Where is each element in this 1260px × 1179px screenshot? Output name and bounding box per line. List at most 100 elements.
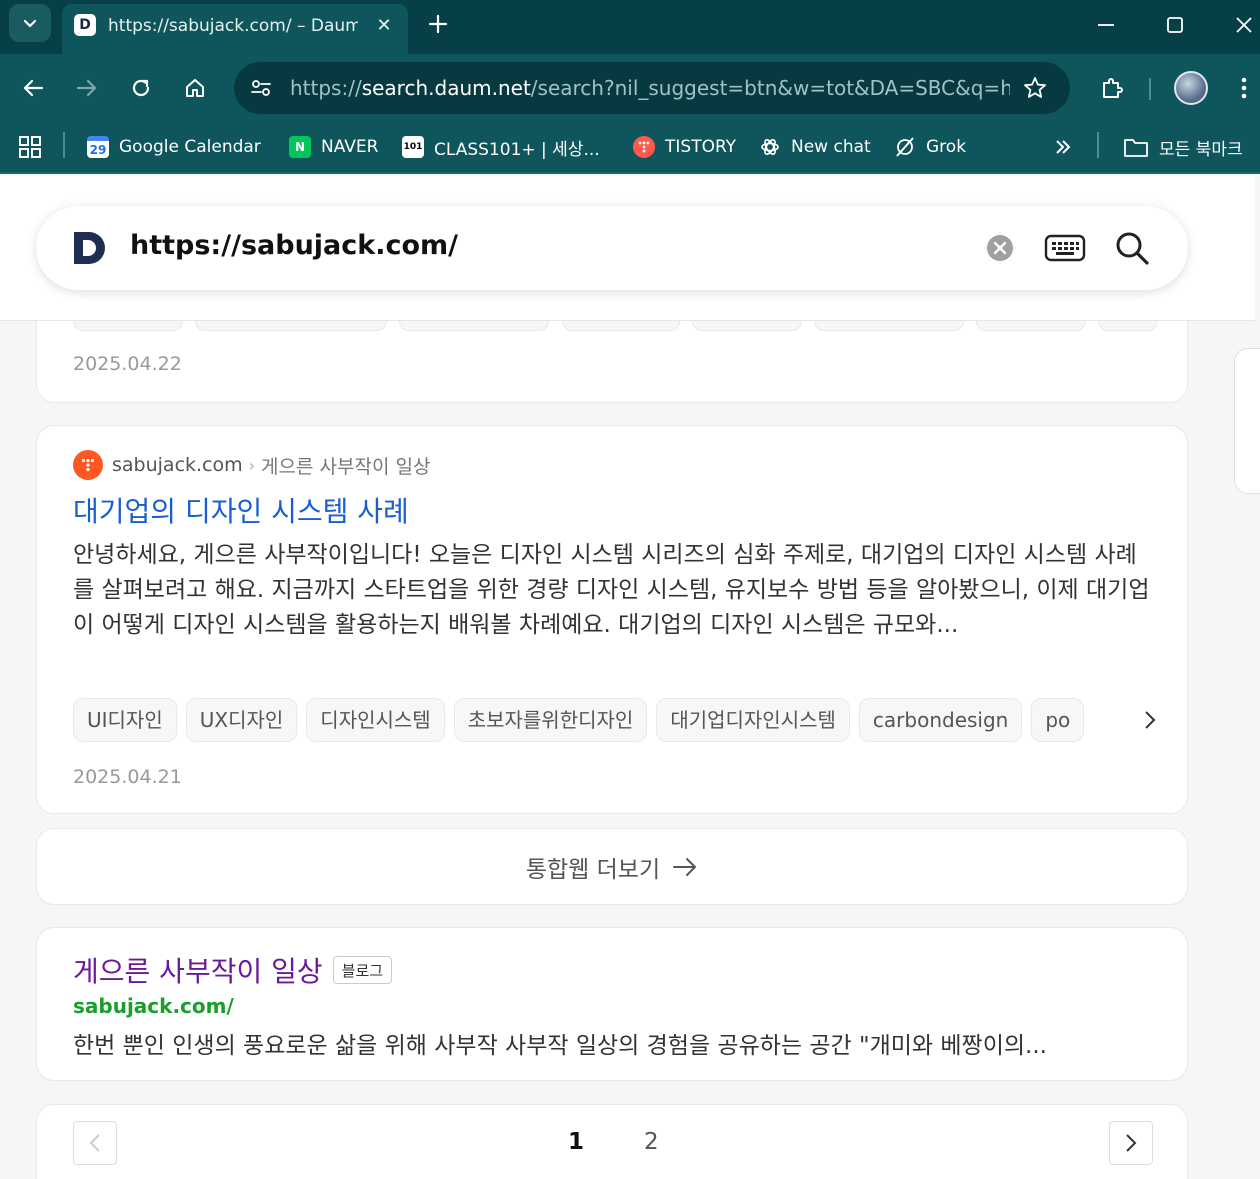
minimize-button[interactable]	[1084, 6, 1128, 44]
daum-favicon: D	[74, 14, 96, 36]
openai-icon	[759, 136, 781, 158]
bookmark-label: 모든 북마크	[1159, 139, 1243, 160]
blog-title-link[interactable]: 게으른 사부작이 일상	[73, 950, 323, 990]
all-bookmarks-button[interactable]: 모든 북마크	[1123, 132, 1243, 162]
active-tab[interactable]: D https://sabujack.com/ – Daum ✕	[62, 4, 408, 54]
tag-chip[interactable]: 대기업디자인시스템	[656, 698, 850, 742]
result-path: 게으른 사부작이 일상	[261, 455, 431, 478]
address-bar[interactable]: https://search.daum.net/search?nil_sugge…	[234, 62, 1070, 114]
more-vertical-icon	[1241, 77, 1247, 99]
blog-url-link[interactable]: sabujack.com/	[73, 994, 234, 1018]
more-web-results-button[interactable]: 통합웹 더보기	[36, 828, 1188, 905]
home-button[interactable]	[177, 70, 213, 106]
tag-list: UI디자인 UX디자인 디자인시스템 초보자를위한디자인 대기업디자인시스템 carbon…	[73, 698, 1157, 744]
maximize-button[interactable]	[1153, 6, 1197, 44]
minimize-icon	[1098, 24, 1114, 26]
browser-menu-button[interactable]	[1226, 70, 1260, 106]
tag-chip[interactable]: po	[1031, 698, 1085, 742]
chevron-right-icon	[1126, 1134, 1137, 1152]
profile-avatar[interactable]	[1174, 71, 1208, 105]
bookmark-label: TISTORY	[665, 137, 737, 157]
tag-chip[interactable]: carbondesign	[858, 698, 1023, 742]
daum-logo-icon[interactable]	[72, 230, 108, 266]
apps-grid-icon	[19, 136, 41, 158]
grok-icon	[894, 136, 916, 158]
arrow-right-icon	[673, 857, 697, 876]
toolbar-divider	[1149, 78, 1151, 100]
chevron-right-icon	[1145, 711, 1156, 729]
tab-close-icon[interactable]: ✕	[372, 13, 396, 37]
blog-result-card: 게으른 사부작이 일상 블로그 sabujack.com/ 한번 뿐인 인생의 …	[36, 927, 1188, 1081]
chevron-left-icon	[89, 1134, 100, 1152]
tag-chip[interactable]: 초보자를위한디자인	[453, 698, 648, 742]
close-window-button[interactable]	[1222, 6, 1260, 44]
browser-toolbar: https://search.daum.net/search?nil_sugge…	[0, 54, 1260, 122]
clear-search-icon[interactable]	[986, 234, 1014, 262]
arrow-right-icon	[76, 79, 97, 97]
page-2-link[interactable]: 2	[644, 1129, 659, 1155]
search-box[interactable]: https://sabujack.com/	[36, 206, 1188, 290]
page-1-current[interactable]: 1	[568, 1129, 584, 1155]
site-info-icon[interactable]	[248, 75, 274, 101]
result-source[interactable]: sabujack.com › 게으른 사부작이 일상	[73, 450, 430, 480]
forward-button[interactable]	[69, 70, 105, 106]
home-icon	[186, 79, 204, 97]
tab-search-button[interactable]	[9, 4, 51, 42]
naver-icon: N	[289, 136, 311, 158]
bookmark-tistory[interactable]: TISTORY	[633, 132, 736, 162]
plus-icon	[428, 14, 448, 34]
tags-next-button[interactable]	[1121, 698, 1157, 742]
tistory-icon	[633, 136, 655, 158]
blog-description: 한번 뿐인 인생의 풍요로운 삶을 위해 사부작 사부작 일상의 경험을 공유하…	[73, 1033, 1047, 1059]
bookmark-class101[interactable]: 101 CLASS101+ | 세상...	[402, 132, 600, 162]
next-page-button[interactable]	[1109, 1121, 1153, 1165]
bookmark-label: Grok	[926, 137, 967, 157]
bookmark-naver[interactable]: N NAVER	[289, 132, 378, 162]
new-tab-button[interactable]	[424, 8, 452, 40]
bookmark-label: CLASS101+ | 세상...	[434, 139, 600, 160]
extensions-button[interactable]	[1094, 70, 1130, 106]
bookmark-star-icon[interactable]	[1022, 75, 1048, 101]
tab-title: https://sabujack.com/ – Daum	[108, 16, 358, 36]
calendar-icon: 29	[87, 136, 109, 158]
result-title-link[interactable]: 대기업의 디자인 시스템 사례	[73, 490, 409, 530]
close-icon	[1236, 17, 1252, 33]
bookmarks-divider	[1097, 132, 1099, 158]
side-floating-tab[interactable]	[1234, 348, 1260, 494]
daum-search-header: https://sabujack.com/	[0, 176, 1255, 321]
tab-strip: D https://sabujack.com/ – Daum ✕	[0, 0, 1260, 54]
url-text: https://search.daum.net/search?nil_sugge…	[290, 76, 1010, 100]
result-card: sabujack.com › 게으른 사부작이 일상 대기업의 디자인 시스템 …	[36, 425, 1188, 814]
reload-button[interactable]	[123, 70, 159, 106]
bookmark-google-calendar[interactable]: 29 Google Calendar	[87, 132, 261, 162]
chevron-down-icon	[23, 19, 37, 28]
keyboard-icon[interactable]	[1044, 232, 1086, 264]
arrow-left-icon	[23, 79, 44, 97]
result-description: 안녕하세요, 게으른 사부작이입니다! 오늘은 디자인 시스템 시리즈의 심화 …	[73, 542, 1150, 638]
search-input[interactable]: https://sabujack.com/	[130, 230, 458, 261]
class101-icon: 101	[402, 136, 424, 158]
prev-page-button[interactable]	[73, 1121, 117, 1165]
tag-chip[interactable]: 디자인시스템	[306, 698, 445, 742]
result-date: 2025.04.21	[73, 766, 182, 788]
maximize-icon	[1167, 17, 1183, 33]
blog-title-row: 게으른 사부작이 일상 블로그	[73, 950, 393, 990]
back-button[interactable]	[15, 70, 51, 106]
bookmarks-divider	[63, 132, 65, 158]
bookmarks-overflow-button[interactable]	[1054, 132, 1072, 162]
bookmark-grok[interactable]: Grok	[894, 132, 966, 162]
apps-button[interactable]	[18, 132, 42, 162]
double-chevron-right-icon	[1056, 140, 1071, 154]
blog-badge: 블로그	[332, 956, 393, 984]
more-label: 통합웹 더보기	[525, 856, 661, 883]
bookmark-new-chat[interactable]: New chat	[759, 132, 871, 162]
chevron-right-icon: ›	[248, 455, 256, 475]
reload-icon	[132, 79, 150, 97]
tag-chip[interactable]: UI디자인	[73, 698, 177, 742]
result-site: sabujack.com	[112, 454, 243, 476]
search-icon[interactable]	[1114, 230, 1150, 266]
bookmark-label: Google Calendar	[119, 137, 261, 157]
tag-chip[interactable]: UX디자인	[185, 698, 298, 742]
bookmark-label: New chat	[791, 137, 871, 157]
puzzle-icon	[1103, 78, 1123, 98]
